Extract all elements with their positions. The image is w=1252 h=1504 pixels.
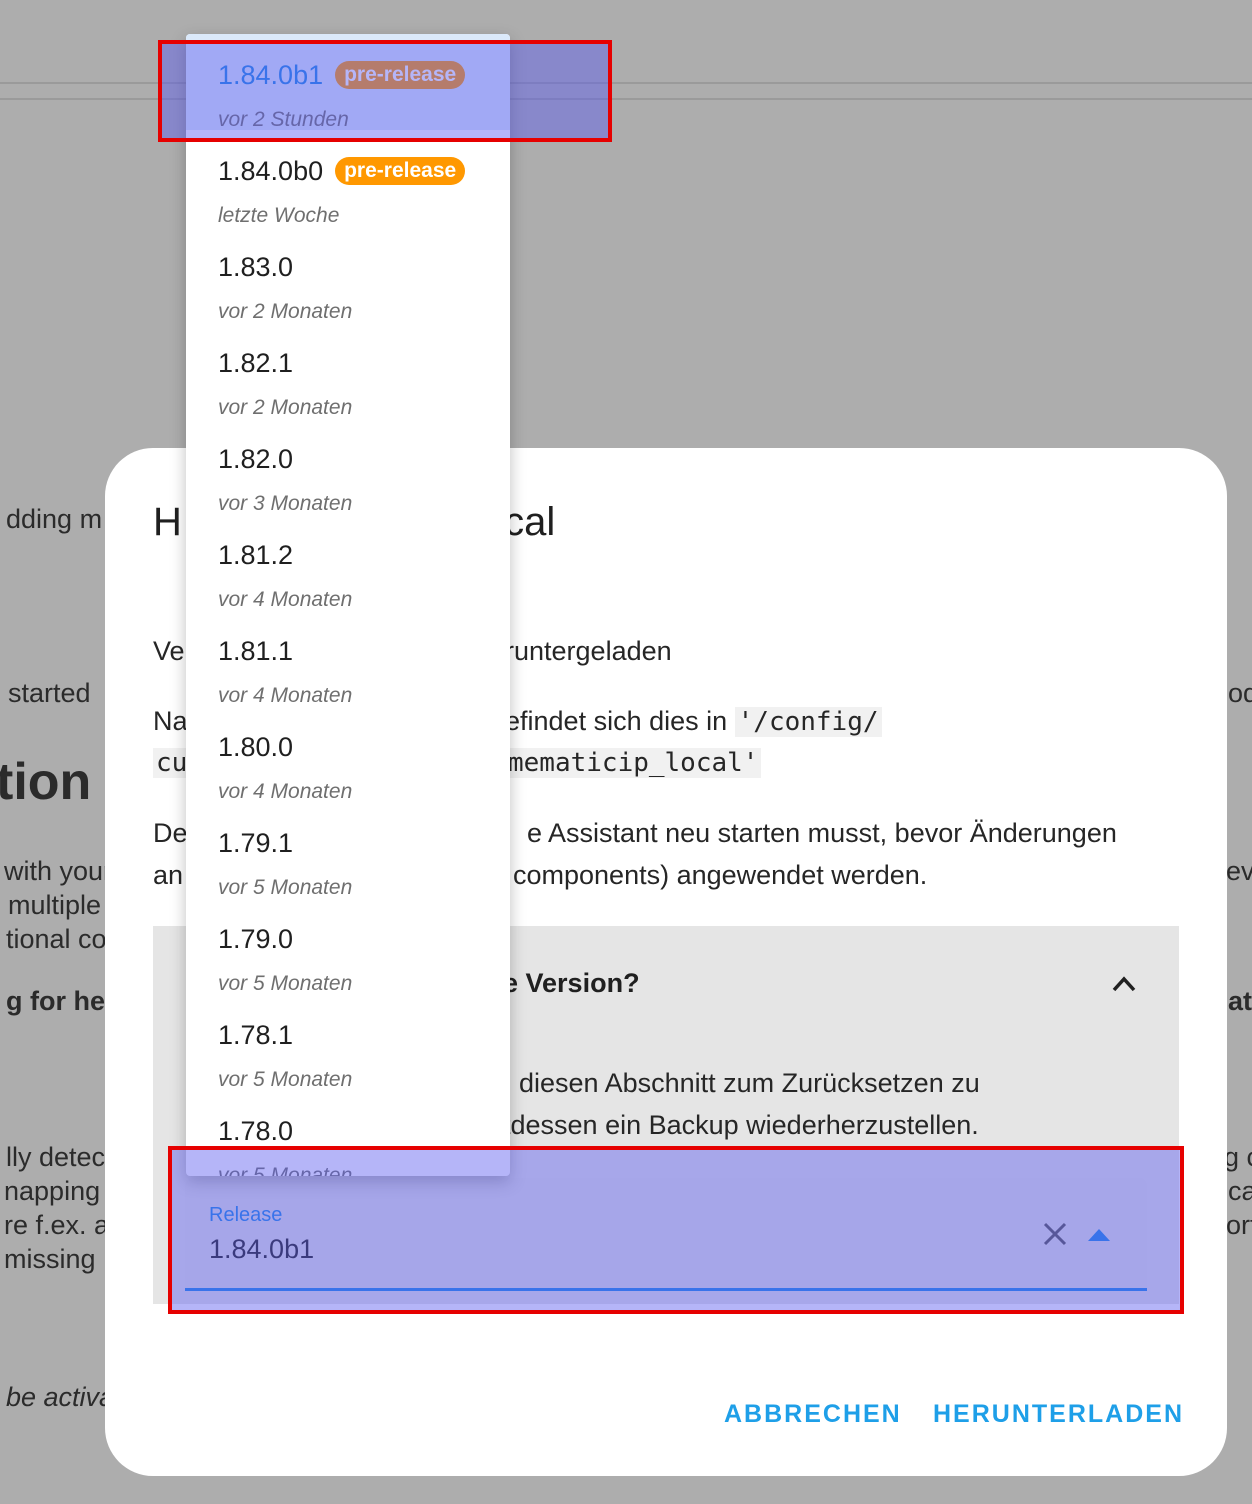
background-text: evi	[1226, 856, 1252, 886]
dialog-text: e Assistant neu starten musst, bevor Änd…	[527, 818, 1117, 848]
dialog-text: efindet sich dies in '/config/	[505, 706, 882, 737]
release-option-version: 1.79.1	[218, 828, 294, 858]
release-option[interactable]: 1.82.0 vor 3 Monaten	[186, 418, 510, 515]
release-option-version: 1.83.0	[218, 252, 294, 282]
release-option-date: vor 4 Monaten	[218, 588, 353, 611]
background-text: lly detec	[6, 1142, 106, 1172]
expander-title[interactable]: e Version?	[503, 968, 640, 999]
download-button[interactable]: HERUNTERLADEN	[933, 1400, 1184, 1429]
config-path-code: '/config/	[734, 707, 882, 737]
background-text: ati	[1228, 986, 1252, 1016]
config-path-code: mematicip_local'	[505, 748, 762, 778]
release-option-date: vor 4 Monaten	[218, 780, 353, 803]
release-option-version: 1.79.0	[218, 924, 294, 954]
release-option-version: 1.80.0	[218, 732, 294, 762]
background-text: g for hel	[6, 986, 113, 1016]
background-text: with your	[4, 856, 113, 886]
dialog-title-start: H	[153, 500, 182, 544]
background-text: multiple	[8, 890, 102, 920]
background-text: napping	[4, 1176, 101, 1206]
screen: dding m started tion with your multiple …	[0, 0, 1252, 1504]
background-text: started	[8, 678, 91, 708]
expander-text: tdessen ein Backup wiederherzustellen.	[503, 1110, 979, 1140]
release-option-date: vor 4 Monaten	[218, 684, 353, 707]
background-text: missing	[4, 1244, 96, 1274]
release-option-version: 1.82.1	[218, 348, 294, 378]
release-option[interactable]: 1.82.1 vor 2 Monaten	[186, 322, 510, 419]
release-option-date: vor 5 Monaten	[218, 876, 353, 899]
release-option[interactable]: 1.80.0 vor 4 Monaten	[186, 706, 510, 803]
release-option[interactable]: 1.79.1 vor 5 Monaten	[186, 802, 510, 899]
background-text: ca	[1228, 1176, 1252, 1206]
dialog-text: components) angewendet werden.	[513, 860, 928, 890]
dialog-text: runtergeladen	[505, 636, 672, 666]
config-path-code: cu	[153, 748, 191, 778]
release-option-version: 1.78.1	[218, 1020, 294, 1050]
release-option-date: vor 5 Monaten	[218, 1068, 353, 1091]
release-option[interactable]: 1.81.1 vor 4 Monaten	[186, 610, 510, 707]
dialog-text-segment: efindet sich dies in	[505, 706, 735, 736]
background-text: ort	[1226, 1210, 1252, 1240]
dialog-text: an	[153, 860, 184, 890]
dialog-text: De	[153, 818, 188, 848]
release-option[interactable]: 1.84.0b0 pre-release letzte Woche	[186, 130, 510, 227]
release-option-date: vor 5 Monaten	[218, 972, 353, 995]
release-field-highlight	[168, 1146, 1184, 1314]
background-text: dding m	[6, 504, 103, 534]
pre-release-badge: pre-release	[335, 157, 466, 185]
chevron-up-icon[interactable]	[1111, 974, 1137, 994]
release-option-version: 1.81.1	[218, 636, 294, 666]
cancel-button[interactable]: ABBRECHEN	[724, 1400, 902, 1429]
release-option-version: 1.84.0b0	[218, 156, 324, 186]
background-heading: tion	[0, 753, 92, 811]
release-option[interactable]: 1.79.0 vor 5 Monaten	[186, 898, 510, 995]
background-text: re f.ex. a	[4, 1210, 110, 1240]
release-option-version: 1.78.0	[218, 1116, 294, 1146]
release-option-version: 1.81.2	[218, 540, 294, 570]
release-option-date: vor 2 Monaten	[218, 300, 353, 323]
dialog-text: Ve	[153, 636, 185, 666]
release-option-date: letzte Woche	[218, 204, 340, 227]
background-text: tional co	[6, 924, 107, 954]
dialog-text: Na	[153, 706, 188, 736]
background-text: g c	[1224, 1142, 1252, 1172]
release-option[interactable]: 1.83.0 vor 2 Monaten	[186, 226, 510, 323]
selected-option-highlight	[158, 40, 612, 142]
background-text: od	[1228, 678, 1252, 708]
release-option-version: 1.82.0	[218, 444, 294, 474]
release-option-date: vor 2 Monaten	[218, 396, 353, 419]
release-option-date: vor 3 Monaten	[218, 492, 353, 515]
release-option[interactable]: 1.78.1 vor 5 Monaten	[186, 994, 510, 1091]
background-text: be activa	[6, 1382, 115, 1412]
release-option[interactable]: 1.81.2 vor 4 Monaten	[186, 514, 510, 611]
release-dropdown-list: 1.84.0b1 pre-release vor 2 Stunden 1.84.0…	[186, 34, 510, 1176]
expander-text: diesen Abschnitt zum Zurücksetzen zu	[519, 1068, 980, 1098]
